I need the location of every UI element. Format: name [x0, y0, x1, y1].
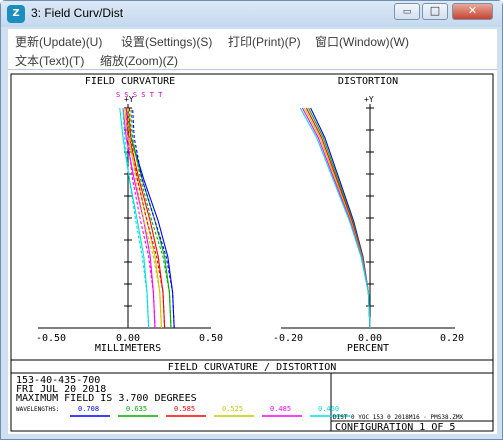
dist-tick-neg: -0.20: [273, 333, 303, 344]
fc-tick-neg: -0.50: [36, 333, 66, 344]
window-title: 3: Field Curv/Dist: [31, 6, 124, 20]
menu-text[interactable]: 文本(Text)(T): [15, 52, 84, 69]
title-bar[interactable]: Z 3: Field Curv/Dist ▭ □ ✕: [1, 1, 502, 27]
plot-area: FIELD CURVATURE S S S S T T +Y -0.50 0.0…: [8, 69, 497, 434]
footer-line-3: MAXIMUM FIELD IS 3.700 DEGREES: [16, 393, 197, 404]
minimize-button[interactable]: ▭: [394, 3, 420, 20]
distortion-title: DISTORTION: [338, 76, 398, 87]
app-window: Z 3: Field Curv/Dist ▭ □ ✕ 更新(Update)(U)…: [0, 0, 503, 440]
wavelength-value: 0.485: [270, 405, 291, 413]
dist-xlabel: PERCENT: [347, 343, 389, 354]
analysis-plot: FIELD CURVATURE S S S S T T +Y -0.50 0.0…: [10, 73, 494, 433]
wavelength-value: 0.708: [78, 405, 99, 413]
distortion-axis-label: +Y: [364, 95, 374, 104]
menu-print[interactable]: 打印(Print)(P): [228, 33, 301, 50]
menu-bar: 更新(Update)(U) 设置(Settings)(S) 打印(Print)(…: [8, 29, 497, 69]
dist-tick-pos: 0.20: [440, 333, 464, 344]
zemax-app-icon[interactable]: Z: [7, 5, 25, 23]
footer-caption: FIELD CURVATURE / DISTORTION: [168, 362, 337, 373]
wavelength-value: 0.635: [126, 405, 147, 413]
wavelength-value: 0.450: [318, 405, 339, 413]
menu-update[interactable]: 更新(Update)(U): [15, 33, 102, 50]
wavelengths-label: WAVELENGTHS:: [16, 406, 59, 413]
file-info: DIST 0 YOC 153 0 2018M16 · PMS38.ZMX: [333, 414, 463, 421]
configuration-label: CONFIGURATION 1 OF 5: [335, 422, 455, 433]
maximize-icon: □: [429, 4, 441, 17]
menu-zoom[interactable]: 缩放(Zoom)(Z): [100, 52, 178, 69]
menu-window[interactable]: 窗口(Window)(W): [315, 33, 409, 50]
fc-xlabel: MILLIMETERS: [95, 343, 161, 354]
field-curvature-axis-label: +Y: [124, 95, 134, 104]
menu-settings[interactable]: 设置(Settings)(S): [121, 33, 212, 50]
minimize-icon: ▭: [402, 7, 412, 17]
field-curvature-title: FIELD CURVATURE: [85, 76, 175, 87]
wavelength-value: 0.525: [222, 405, 243, 413]
maximize-button[interactable]: □: [422, 3, 448, 20]
wavelength-value: 0.585: [174, 405, 195, 413]
close-icon: ✕: [467, 4, 478, 17]
close-button[interactable]: ✕: [452, 3, 493, 20]
fc-tick-pos: 0.50: [199, 333, 223, 344]
